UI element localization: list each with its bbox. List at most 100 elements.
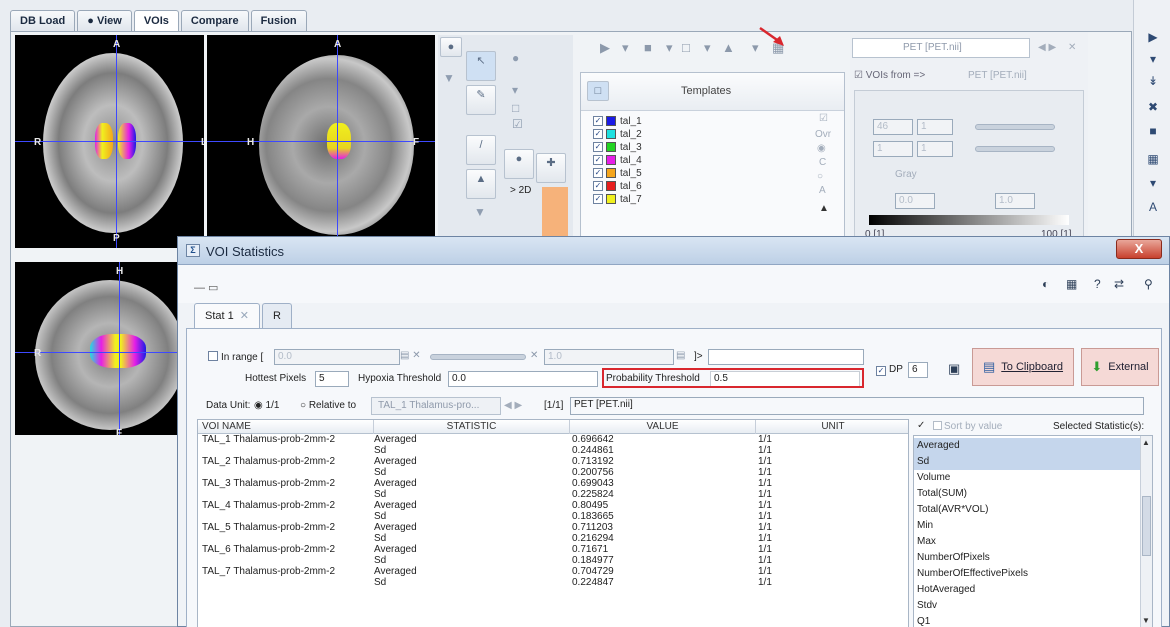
circle-icon[interactable]: ● — [512, 51, 519, 65]
checkbox-icon[interactable]: ✓ — [593, 181, 603, 191]
table-row[interactable]: TAL_4 Thalamus-prob-2mm-2 Averaged 0.80495… — [198, 500, 908, 511]
close-button[interactable]: X — [1116, 239, 1162, 259]
fill-tool-button[interactable]: ▲ — [466, 169, 496, 199]
edit-icon[interactable]: □ — [682, 40, 690, 55]
table-row[interactable]: TAL_2 Thalamus-prob-2mm-2 Averaged 0.71319… — [198, 456, 908, 467]
vois-from-checkbox[interactable]: ☑ VOIs from => — [854, 70, 925, 81]
scroll-down-icon[interactable]: ▼ — [1142, 616, 1150, 625]
statistic-item[interactable]: NumberOfEffectivePixels — [914, 566, 1140, 582]
template-item[interactable]: ✓ tal_6 — [593, 180, 642, 192]
save-icon[interactable]: ■ — [644, 40, 652, 55]
range-expression-field[interactable] — [708, 349, 864, 365]
edit-voi-button[interactable]: ✎ — [466, 85, 496, 115]
brush-tool-button[interactable]: / — [466, 135, 496, 165]
navigation-icons[interactable]: ◀ ▶ — [1038, 42, 1056, 53]
in-range-min-field[interactable]: 0.0 — [274, 349, 400, 365]
open-folder-icon[interactable]: ▶ — [1145, 30, 1161, 44]
field-4[interactable]: 1 — [917, 141, 953, 157]
range-stepper-icon[interactable]: ▤ ✕ — [400, 350, 421, 361]
slider-2[interactable] — [975, 146, 1055, 152]
statistic-item[interactable]: Stdv — [914, 598, 1140, 614]
chevron-down-icon[interactable]: ▾ — [1145, 176, 1161, 190]
checkmark-icon[interactable]: ✓ — [917, 420, 925, 431]
import-icon[interactable]: ↡ — [1145, 74, 1161, 88]
chevron-down-icon[interactable]: ▾ — [666, 40, 673, 56]
chevron-down-icon[interactable]: ▾ — [704, 40, 711, 56]
table-row[interactable]: Sd 0.200756 1/1 — [198, 467, 908, 478]
undock-icon[interactable]: ◐ — [1042, 277, 1049, 291]
template-item[interactable]: ✓ tal_1 — [593, 115, 642, 127]
chevron-down-icon[interactable]: ▼ — [474, 205, 486, 219]
close-icon[interactable]: ✕ — [1068, 42, 1076, 53]
statistic-item[interactable]: Max — [914, 534, 1140, 550]
hypoxia-threshold-field[interactable]: 0.0 — [448, 371, 598, 387]
table-row[interactable]: TAL_1 Thalamus-prob-2mm-2 Averaged 0.69664… — [198, 434, 908, 445]
radio-icon[interactable]: ○ — [817, 171, 823, 182]
axial-viewer[interactable]: A P R L — [15, 35, 204, 248]
field-3[interactable]: 1 — [873, 141, 913, 157]
table-row[interactable]: TAL_5 Thalamus-prob-2mm-2 Averaged 0.71120… — [198, 522, 908, 533]
edit-icon[interactable]: ▣ — [948, 361, 960, 377]
checkbox-icon[interactable]: ☑ — [819, 113, 828, 124]
unit-radio-1[interactable]: ◉ 1/1 — [254, 400, 279, 411]
table-row[interactable]: Sd 0.224847 1/1 — [198, 577, 908, 588]
statistics-icon[interactable]: ▲ — [722, 40, 735, 55]
template-item[interactable]: ✓ tal_4 — [593, 154, 642, 166]
checkbox-icon[interactable]: ✓ — [593, 129, 603, 139]
slider-1[interactable] — [975, 124, 1055, 130]
sagittal-viewer[interactable]: A H F — [207, 35, 435, 248]
tab-compare[interactable]: Compare — [180, 10, 249, 32]
tab-r[interactable]: R — [261, 303, 292, 329]
checkbox-icon[interactable]: ✓ — [593, 168, 603, 178]
in-range-checkbox[interactable]: In range [ — [208, 351, 263, 363]
statistic-list-scrollbar[interactable]: ▲ ▼ — [1140, 436, 1152, 627]
checkbox-icon[interactable]: ☑ — [512, 117, 523, 131]
hottest-pixels-field[interactable]: 5 — [315, 371, 349, 387]
tab-view[interactable]: ● View — [77, 10, 132, 32]
templates-icon[interactable]: □ — [587, 81, 609, 101]
field-1[interactable]: 46 — [873, 119, 913, 135]
column-voi-name[interactable]: VOI NAME — [198, 420, 374, 434]
tab-db-load[interactable]: DB Load — [10, 10, 76, 32]
series-combo[interactable]: PET [PET.nii] — [852, 38, 1030, 58]
relative-to-combo[interactable]: TAL_1 Thalamus-pro... — [371, 397, 501, 415]
scroll-up-icon[interactable]: ▲ — [1142, 438, 1150, 447]
external-button[interactable]: ⬇ External — [1081, 348, 1159, 386]
dp-field[interactable]: 6 — [908, 362, 928, 378]
statistic-item[interactable]: Total(AVR*VOL) — [914, 502, 1140, 518]
checkbox-icon[interactable]: ✓ — [593, 155, 603, 165]
statistic-item[interactable]: Averaged — [914, 438, 1140, 454]
document-icon[interactable]: ▦ — [1066, 277, 1077, 291]
range-close-icon[interactable]: ✕ — [530, 350, 538, 361]
close-tab-icon[interactable]: ✕ — [240, 310, 249, 322]
remove-icon[interactable]: ✖ — [1145, 100, 1161, 114]
checkbox-icon[interactable]: ✓ — [593, 116, 603, 126]
statistic-item[interactable]: Volume — [914, 470, 1140, 486]
statistic-item[interactable]: Total(SUM) — [914, 486, 1140, 502]
scrollbar-thumb[interactable] — [1142, 496, 1151, 556]
convert-2d-label[interactable]: > 2D — [510, 185, 531, 196]
table-row[interactable]: TAL_6 Thalamus-prob-2mm-2 Averaged 0.71671… — [198, 544, 908, 555]
table-row[interactable]: TAL_7 Thalamus-prob-2mm-2 Averaged 0.70472… — [198, 566, 908, 577]
table-row[interactable]: Sd 0.225824 1/1 — [198, 489, 908, 500]
orange-tool-button[interactable] — [542, 187, 568, 239]
navigation-icons[interactable]: ◀ ▶ — [504, 400, 522, 411]
table-row[interactable]: TAL_3 Thalamus-prob-2mm-2 Averaged 0.69904… — [198, 478, 908, 489]
range-stepper-icon[interactable]: ▤ — [676, 350, 685, 361]
template-item[interactable]: ✓ tal_2 — [593, 128, 642, 140]
statistic-item[interactable]: Q1 — [914, 614, 1140, 627]
checkbox-icon[interactable]: ✓ — [593, 194, 603, 204]
chevron-down-icon[interactable]: ▾ — [1145, 52, 1161, 66]
tab-stat-1[interactable]: Stat 1 ✕ — [194, 303, 260, 329]
column-value[interactable]: VALUE — [570, 420, 756, 434]
range-slider[interactable] — [430, 354, 526, 360]
coronal-viewer[interactable]: H F R — [15, 262, 177, 435]
template-item[interactable]: ✓ tal_7 — [593, 193, 642, 205]
chevron-down-icon[interactable]: ▾ — [622, 40, 629, 56]
to-clipboard-button[interactable]: ▤ To Clipboard — [972, 348, 1074, 386]
field-2[interactable]: 1 — [917, 119, 953, 135]
checkbox-icon[interactable]: ✓ — [593, 142, 603, 152]
help-icon[interactable]: ? — [1094, 277, 1101, 291]
statistic-item[interactable]: HotAveraged — [914, 582, 1140, 598]
vois-tool-button[interactable]: ✚ — [536, 153, 566, 183]
